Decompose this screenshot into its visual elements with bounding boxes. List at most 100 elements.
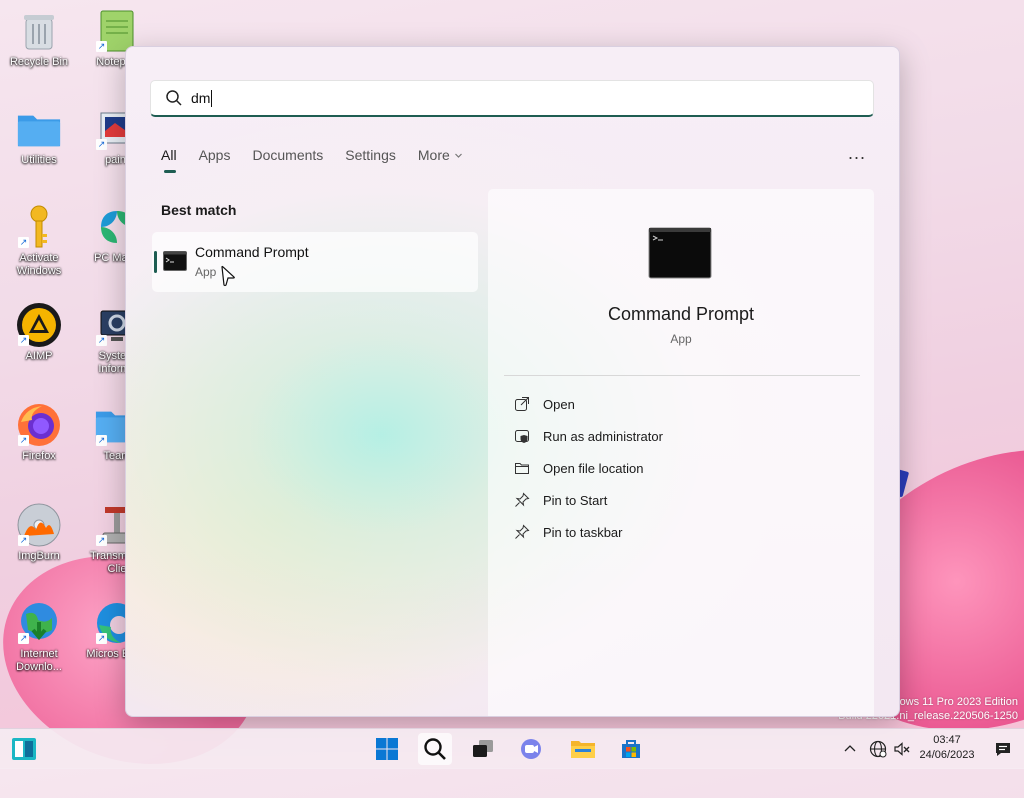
tab-settings[interactable]: Settings: [345, 145, 396, 173]
best-match-result[interactable]: Command Prompt App: [152, 232, 478, 292]
recycle-bin-icon: [16, 8, 62, 54]
open-external-icon: [515, 397, 529, 411]
search-icon: [424, 738, 446, 760]
shortcut-arrow-icon: ↗: [18, 535, 29, 546]
mouse-pointer-icon: [221, 265, 235, 287]
shield-admin-icon: [515, 430, 529, 443]
teams-chat-button[interactable]: [514, 733, 548, 765]
desktop-icon-label: Activate Windows: [16, 252, 62, 277]
tab-apps[interactable]: Apps: [199, 145, 231, 173]
action-open-file-location[interactable]: Open file location: [514, 458, 643, 478]
shortcut-arrow-icon: ↗: [96, 435, 107, 446]
tab-more[interactable]: More: [418, 145, 463, 173]
text-caret: [211, 89, 213, 107]
action-label: Open: [543, 396, 575, 412]
shortcut-arrow-icon: ↗: [96, 41, 107, 52]
chat-icon: [521, 739, 541, 759]
desktop-icon-utilities[interactable]: Utilities: [6, 106, 72, 167]
notifications-button[interactable]: [986, 733, 1020, 765]
disc-burn-icon: ↗: [16, 502, 62, 548]
detail-app-type: App: [670, 332, 692, 346]
microsoft-store-button[interactable]: [614, 733, 648, 765]
tab-all[interactable]: All: [161, 145, 177, 173]
file-explorer-icon: [571, 741, 595, 758]
tab-label: Documents: [252, 147, 324, 163]
chevron-down-icon: [454, 153, 462, 158]
search-filter-tabs: All Apps Documents Settings More: [161, 145, 485, 173]
more-options-button[interactable]: ...: [848, 143, 866, 164]
globe-download-icon: ↗: [16, 600, 62, 646]
shortcut-arrow-icon: ↗: [18, 435, 29, 446]
desktop-icon-label: Internet Downlo...: [16, 648, 62, 673]
selection-indicator: [154, 251, 157, 273]
result-type: App: [195, 265, 217, 279]
detail-app-name: Command Prompt: [607, 304, 755, 324]
desktop-icon-recycle-bin[interactable]: Recycle Bin: [6, 8, 72, 69]
desktop-icon-label: Utilities: [21, 154, 57, 166]
windows-logo-icon: [376, 738, 398, 760]
shortcut-arrow-icon: ↗: [96, 335, 107, 346]
tab-label: Settings: [345, 147, 396, 163]
notification-icon: [996, 743, 1010, 756]
shortcut-arrow-icon: ↗: [18, 237, 29, 248]
volume-muted-icon[interactable]: [893, 740, 911, 758]
widgets-button[interactable]: [7, 733, 41, 765]
folder-icon: [16, 106, 62, 152]
network-globe-icon[interactable]: [869, 740, 887, 758]
desktop-icon-label: Recycle Bin: [9, 56, 69, 68]
tab-label: More: [417, 147, 450, 163]
action-label: Open file location: [543, 460, 644, 476]
action-label: Run as administrator: [543, 428, 663, 444]
pin-icon: [515, 492, 530, 507]
result-name: Command Prompt: [195, 244, 309, 260]
search-taskbar-button[interactable]: [418, 733, 452, 765]
desktop-icon-aimp[interactable]: ↗ AIMP: [6, 302, 72, 363]
search-box[interactable]: dm: [150, 80, 874, 117]
start-button[interactable]: [370, 733, 404, 765]
aimp-icon: ↗: [16, 302, 62, 348]
divider: [504, 375, 860, 376]
desktop-icon-label: Firefox: [22, 450, 56, 462]
task-view-icon: [473, 740, 493, 757]
tab-documents[interactable]: Documents: [252, 145, 323, 173]
system-tray: [843, 729, 911, 769]
folder-icon: [515, 463, 529, 474]
desktop-icon-imgburn[interactable]: ↗ ImgBurn: [6, 502, 72, 563]
taskbar: 03:47 24/06/2023: [0, 728, 1024, 769]
shortcut-arrow-icon: ↗: [96, 139, 107, 150]
desktop-icon-label: ImgBurn: [18, 550, 60, 562]
app-detail-pane: Command Prompt App Open Run as administr…: [488, 189, 874, 716]
taskbar-clock[interactable]: 03:47 24/06/2023: [912, 733, 982, 763]
tab-label: Apps: [198, 147, 231, 163]
file-explorer-button[interactable]: [566, 733, 600, 765]
search-input[interactable]: dm: [191, 90, 210, 106]
task-view-button[interactable]: [466, 733, 500, 765]
tab-label: All: [161, 147, 177, 163]
desktop-icon-firefox[interactable]: ↗ Firefox: [6, 402, 72, 463]
search-panel: dm All Apps Documents Settings More ... …: [125, 46, 900, 717]
command-prompt-large-icon: [648, 227, 712, 279]
shortcut-arrow-icon: ↗: [96, 633, 107, 644]
shortcut-arrow-icon: ↗: [18, 633, 29, 644]
best-match-heading: Best match: [161, 202, 237, 218]
search-icon: [166, 90, 182, 106]
desktop-icon-internet-download-manager[interactable]: ↗ Internet Downlo...: [6, 600, 72, 674]
action-label: Pin to Start: [543, 492, 608, 508]
key-icon: ↗: [16, 204, 62, 250]
clock-time: 03:47: [933, 734, 961, 746]
desktop-icon-label: AIMP: [25, 350, 53, 362]
action-label: Pin to taskbar: [543, 524, 623, 540]
action-open[interactable]: Open: [514, 394, 575, 414]
widgets-icon: [12, 738, 36, 760]
desktop-icon-activate-windows[interactable]: ↗ Activate Windows: [6, 204, 72, 278]
store-icon: [622, 740, 640, 758]
pin-icon: [515, 524, 530, 539]
command-prompt-icon: [163, 251, 187, 271]
action-run-as-administrator[interactable]: Run as administrator: [514, 426, 663, 446]
shortcut-arrow-icon: ↗: [96, 535, 107, 546]
action-pin-to-start[interactable]: Pin to Start: [514, 490, 607, 510]
chevron-up-icon[interactable]: [843, 742, 857, 756]
clock-date: 24/06/2023: [919, 749, 975, 761]
shortcut-arrow-icon: ↗: [18, 335, 29, 346]
action-pin-to-taskbar[interactable]: Pin to taskbar: [514, 522, 623, 542]
